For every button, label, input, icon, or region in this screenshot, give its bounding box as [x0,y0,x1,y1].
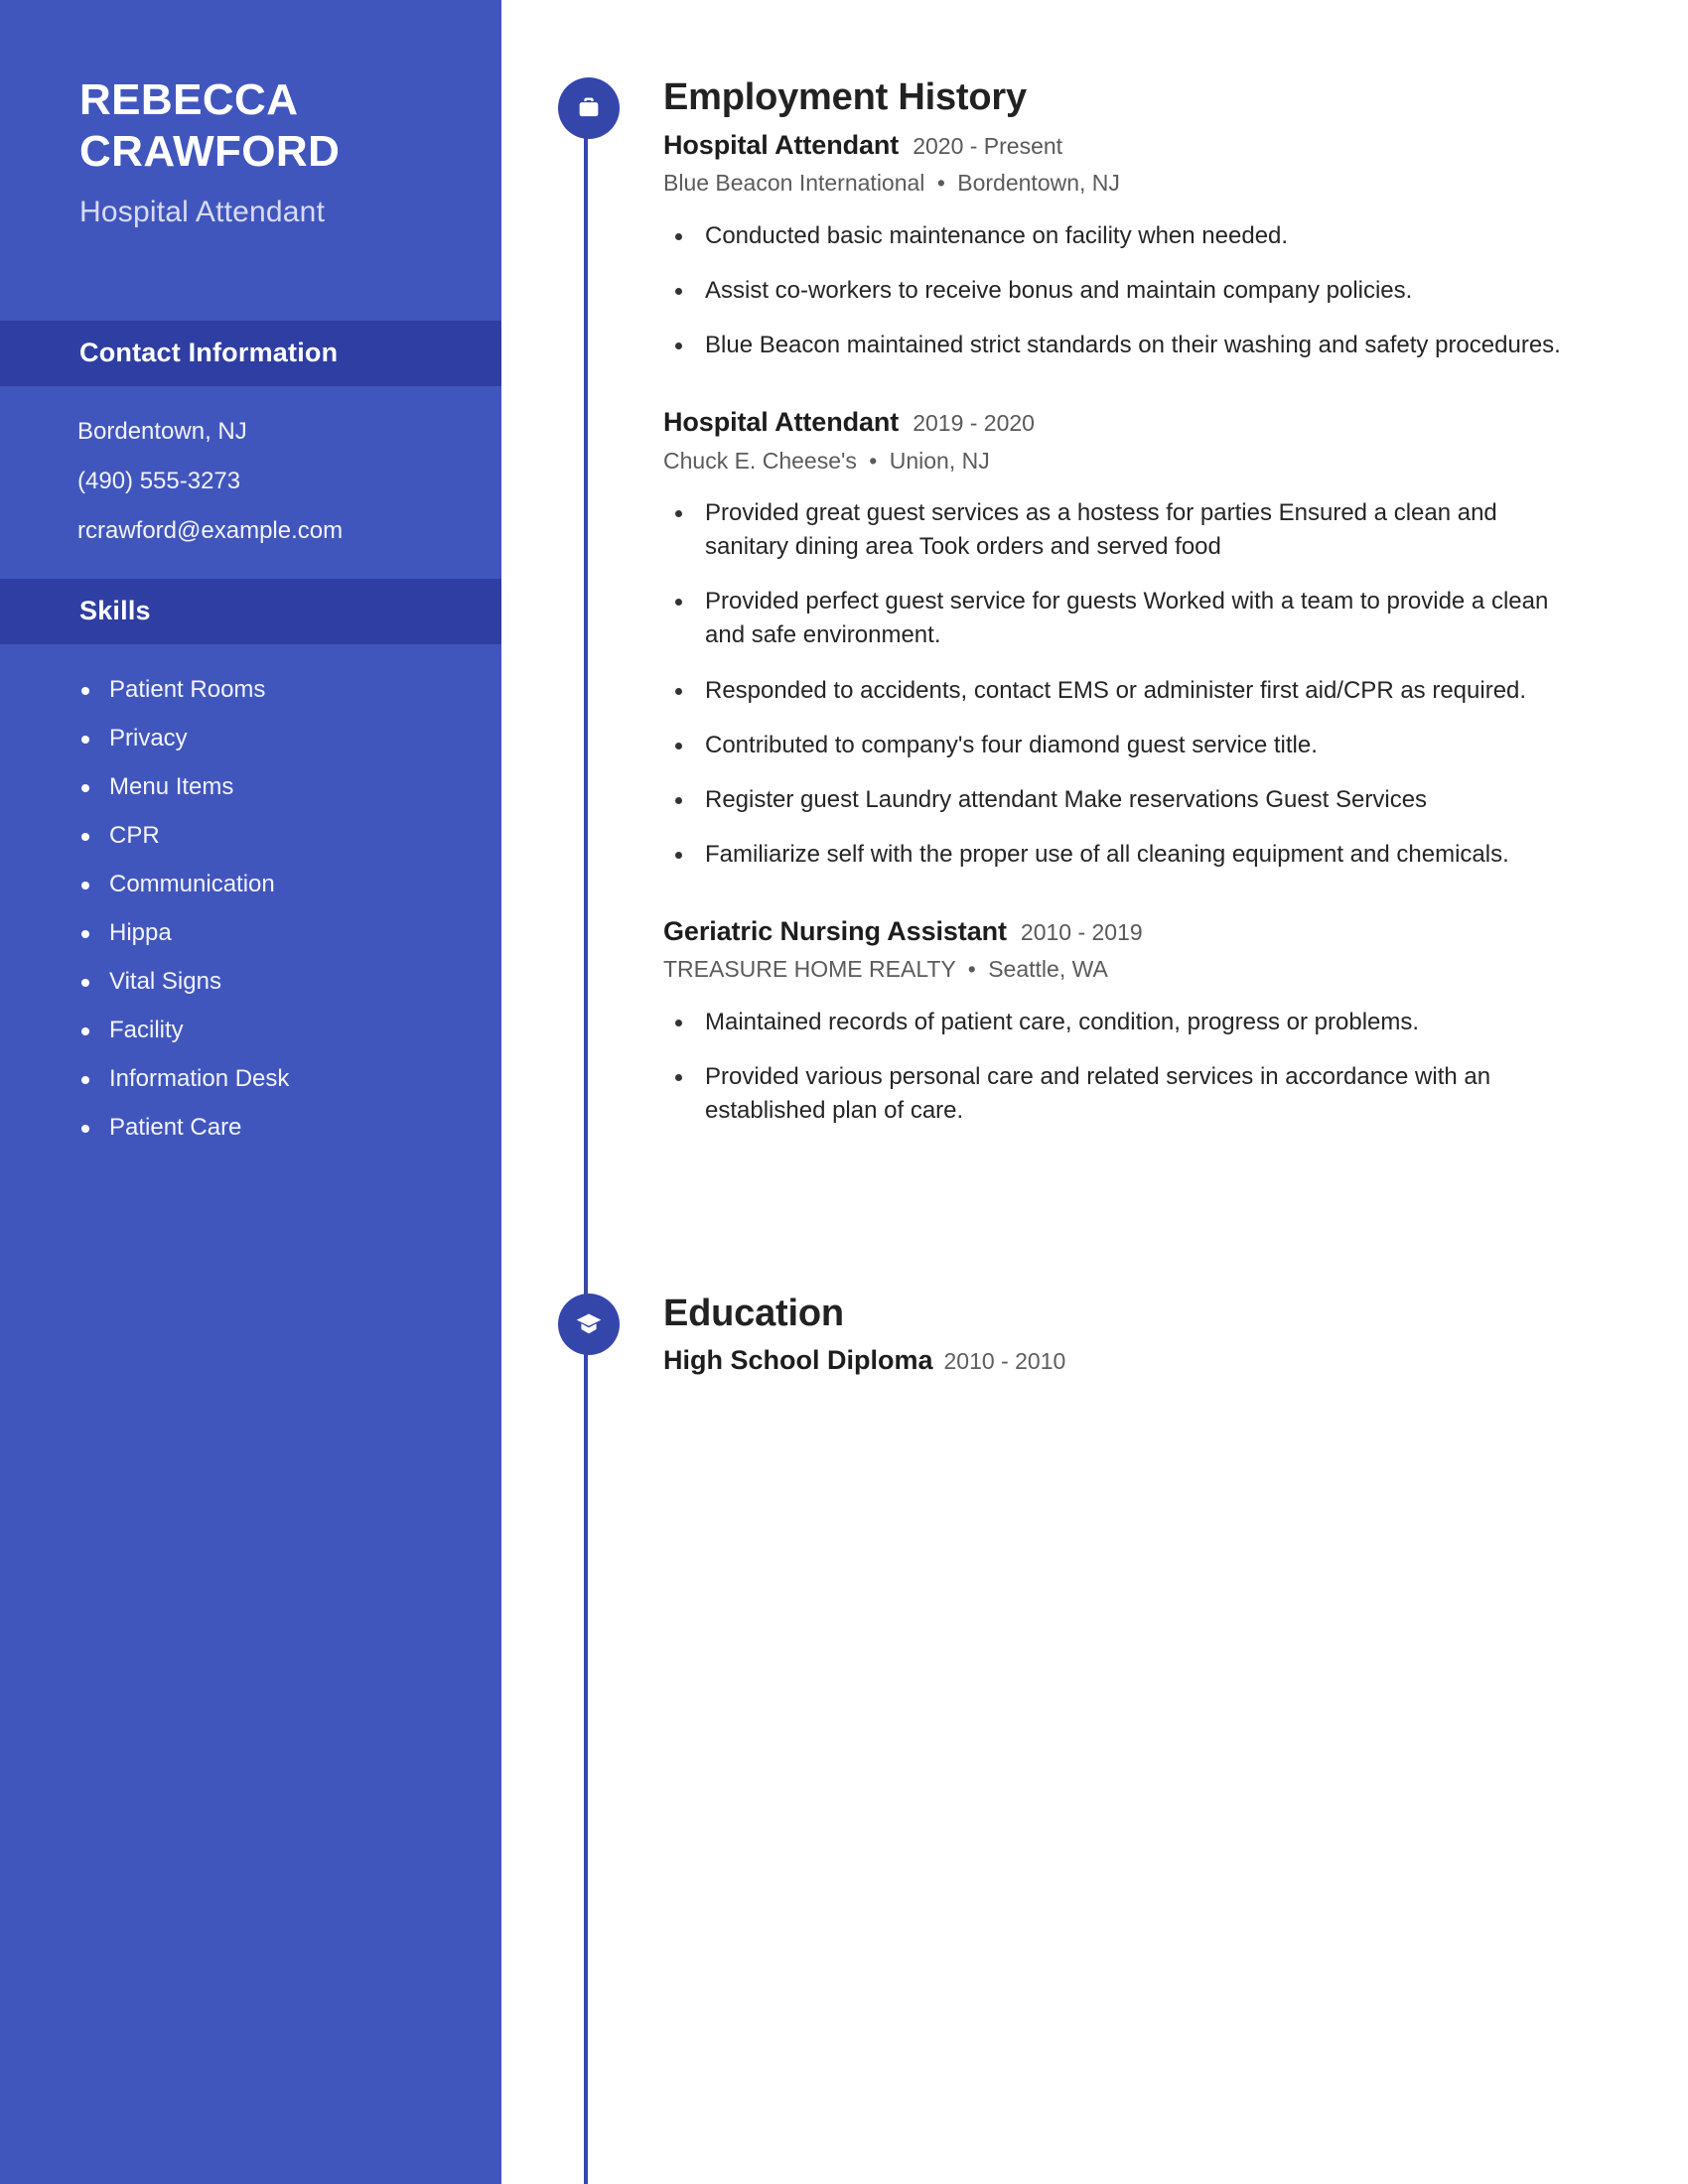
skills-section: Skills Patient Rooms Privacy Menu Items … [0,578,501,1140]
employment-dates: 2020 - Present [913,133,1063,159]
employment-location: Seattle, WA [988,956,1108,983]
list-item: Assist co-workers to receive bonus and m… [663,274,1577,308]
list-item: Familiarize self with the proper use of … [663,838,1577,872]
bullet-separator-icon: • [869,447,878,474]
employment-company: Chuck E. Cheese's [663,447,857,474]
employment-dates: 2010 - 2019 [1020,918,1143,945]
employment-bullets: Conducted basic maintenance on facility … [663,219,1688,362]
contact-section-header: Contact Information [0,320,501,386]
candidate-name: REBECCA CRAWFORD [79,74,417,178]
list-item: Hippa [0,920,501,945]
employment-entry: Hospital Attendant 2020 - Present Blue B… [663,129,1688,362]
list-item: Information Desk [0,1066,501,1091]
list-item: Patient Care [0,1115,501,1140]
resume-page: REBECCA CRAWFORD Hospital Attendant Cont… [0,0,1688,2184]
list-item: Facility [0,1018,501,1042]
education-entry-head: High School Diploma 2010 - 2010 [663,1345,1688,1376]
candidate-job-title: Hospital Attendant [79,195,326,228]
employment-role: Geriatric Nursing Assistant [663,915,1007,946]
education-entry: High School Diploma 2010 - 2010 [663,1345,1688,1376]
candidate-first-name: REBECCA [79,75,299,124]
employment-bullets: Maintained records of patient care, cond… [663,1006,1688,1128]
contact-section-body: Bordentown, NJ (490) 555-3273 rcrawford@… [0,386,501,579]
list-item: Patient Rooms [0,677,501,702]
bullet-separator-icon: • [936,170,945,197]
page-title: Employment History [663,76,1027,118]
list-item: Contributed to company's four diamond gu… [663,729,1577,762]
list-item: Communication [0,872,501,896]
education-degree: High School Diploma [663,1345,933,1375]
employment-meta: TREASURE HOME REALTY • Seattle, WA [663,956,1688,984]
list-item: Provided various personal care and relat… [663,1060,1577,1128]
employment-entry-head: Hospital Attendant 2020 - Present [663,129,1688,161]
employment-bullets: Provided great guest services as a hoste… [663,496,1688,872]
contact-phone: (490) 555-3273 [77,467,241,494]
employment-dates: 2019 - 2020 [913,410,1035,437]
sidebar: REBECCA CRAWFORD Hospital Attendant Cont… [0,0,501,2184]
employment-company: Blue Beacon International [663,170,925,197]
main-content: Employment History Hospital Attendant 20… [501,0,1688,2184]
education-section: Education High School Diploma 2010 - 201… [501,1293,1688,1376]
page-title: Education [663,1293,844,1334]
list-item: Menu Items [0,774,501,799]
employment-entry: Hospital Attendant 2019 - 2020 Chuck E. … [663,406,1688,872]
list-item: Blue Beacon maintained strict standards … [663,329,1577,362]
graduation-cap-icon [558,1294,620,1355]
contact-section: Contact Information Bordentown, NJ (490)… [0,320,501,579]
list-item: Register guest Laundry attendant Make re… [663,783,1577,817]
skills-list: Patient Rooms Privacy Menu Items CPR Com… [0,677,501,1140]
candidate-last-name: CRAWFORD [79,126,341,176]
list-item: Provided perfect guest service for guest… [663,585,1577,652]
employment-entry-head: Hospital Attendant 2019 - 2020 [663,406,1688,438]
list-item: Provided great guest services as a hoste… [663,496,1577,564]
list-item: CPR [0,823,501,848]
employment-entry: Geriatric Nursing Assistant 2010 - 2019 … [663,915,1688,1128]
employment-history-section: Employment History Hospital Attendant 20… [501,76,1688,1128]
list-item: Conducted basic maintenance on facility … [663,219,1577,253]
employment-role: Hospital Attendant [663,407,900,438]
employment-meta: Chuck E. Cheese's • Union, NJ [663,448,1688,476]
contact-email: rcrawford@example.com [77,516,344,544]
employment-company: TREASURE HOME REALTY [663,956,956,983]
list-item: Vital Signs [0,969,501,994]
list-item: Responded to accidents, contact EMS or a… [663,674,1577,708]
employment-role: Hospital Attendant [663,130,900,160]
bullet-separator-icon: • [967,956,976,983]
list-item: Maintained records of patient care, cond… [663,1006,1577,1039]
briefcase-icon [558,77,620,139]
skills-section-body: Patient Rooms Privacy Menu Items CPR Com… [0,644,501,1140]
employment-entries: Hospital Attendant 2020 - Present Blue B… [501,77,1688,1128]
contact-location: Bordentown, NJ [77,417,247,445]
employment-location: Bordentown, NJ [957,170,1120,197]
education-dates: 2010 - 2010 [943,1348,1066,1374]
employment-location: Union, NJ [889,447,990,474]
employment-meta: Blue Beacon International • Bordentown, … [663,170,1688,198]
employment-entry-head: Geriatric Nursing Assistant 2010 - 2019 [663,915,1688,947]
skills-section-header: Skills [0,578,501,644]
name-block: REBECCA CRAWFORD Hospital Attendant [0,0,501,229]
list-item: Privacy [0,726,501,751]
